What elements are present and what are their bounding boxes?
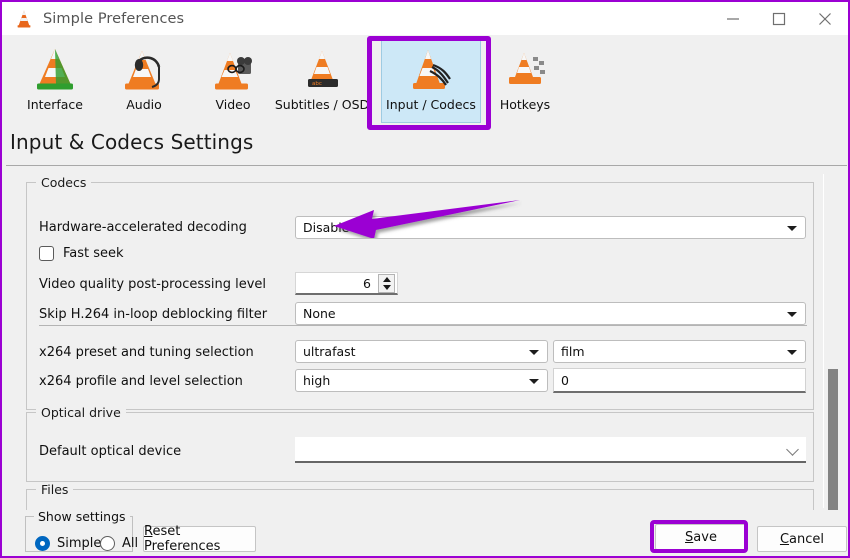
page-title: Input & Codecs Settings — [10, 130, 254, 154]
preferences-window: Simple Preferences Interface Audio Video… — [0, 0, 850, 558]
vlc-cone-video-icon — [208, 45, 258, 95]
settings-scroll-area: Codecs Hardware-accelerated decoding Dis… — [6, 172, 847, 510]
vlc-cone-interface-icon — [30, 45, 80, 95]
x264-profile-label: x264 profile and level selection — [39, 374, 243, 389]
x264-tuning-value: film — [561, 344, 585, 359]
tab-label: Video — [215, 97, 251, 112]
deblocking-value: None — [303, 306, 336, 321]
hw-decoding-combobox[interactable]: Disable — [295, 216, 806, 239]
vlc-cone-input-codecs-icon — [406, 45, 456, 95]
tab-input-codecs[interactable]: Input / Codecs — [375, 40, 487, 123]
checkbox-box — [39, 246, 54, 261]
chevron-down-icon — [786, 443, 799, 456]
vertical-scrollbar[interactable] — [828, 174, 844, 535]
vlc-cone-subtitles-icon: abc — [297, 45, 347, 95]
post-processing-label: Video quality post-processing level — [39, 277, 267, 292]
tab-label: Interface — [27, 97, 83, 112]
x264-profile-value: high — [303, 373, 331, 388]
svg-text:abc: abc — [312, 81, 322, 87]
preferences-toolbar: Interface Audio Video abc Subtitles / OS… — [4, 35, 848, 128]
files-group: Files — [26, 482, 814, 510]
title-bar: Simple Preferences — [2, 2, 848, 35]
cancel-label: Cancel — [779, 531, 825, 547]
post-processing-spinbox[interactable]: 6 — [295, 272, 398, 295]
x264-level-value: 0 — [561, 372, 569, 388]
tab-label: Hotkeys — [499, 97, 551, 112]
cancel-button[interactable]: Cancel — [757, 526, 847, 552]
deblocking-combobox[interactable]: None — [295, 302, 806, 325]
x264-profile-combobox[interactable]: high — [295, 369, 548, 392]
scrollbar-divider — [823, 174, 824, 508]
x264-preset-value: ultrafast — [303, 344, 356, 359]
spinner-down-icon[interactable] — [382, 285, 391, 291]
hw-decoding-value: Disable — [303, 220, 350, 235]
save-label: Save — [685, 529, 717, 545]
save-button[interactable]: Save — [655, 524, 747, 550]
window-controls — [710, 2, 848, 35]
show-settings-title: Show settings — [34, 509, 130, 524]
window-title: Simple Preferences — [43, 10, 185, 27]
default-optical-device-label: Default optical device — [39, 444, 182, 459]
tab-subtitles-osd[interactable]: abc Subtitles / OSD — [266, 40, 378, 123]
files-group-title: Files — [36, 482, 74, 497]
minimize-icon[interactable] — [710, 2, 756, 35]
radio-simple[interactable]: Simple — [35, 536, 101, 551]
radio-simple-label: Simple — [57, 536, 102, 551]
chevron-down-icon — [529, 378, 539, 384]
optical-drive-group-title: Optical drive — [36, 405, 126, 420]
codecs-group-title: Codecs — [36, 175, 92, 190]
vlc-cone-audio-icon — [119, 45, 169, 95]
codecs-separator — [39, 325, 807, 326]
reset-preferences-label: Reset Preferences — [144, 524, 221, 554]
tab-label: Input / Codecs — [386, 97, 476, 112]
x264-preset-combobox[interactable]: ultrafast — [295, 340, 548, 363]
radio-indicator — [35, 536, 50, 551]
vlc-cone-hotkeys-icon — [500, 45, 550, 95]
hw-decoding-label: Hardware-accelerated decoding — [39, 220, 247, 235]
default-optical-device-combobox[interactable] — [295, 437, 806, 463]
title-divider — [6, 165, 847, 166]
x264-tuning-combobox[interactable]: film — [553, 340, 806, 363]
fast-seek-checkbox[interactable]: Fast seek — [39, 246, 124, 261]
fast-seek-label: Fast seek — [63, 246, 124, 261]
chevron-down-icon — [787, 311, 797, 317]
chevron-down-icon — [787, 349, 797, 355]
deblocking-label: Skip H.264 in-loop deblocking filter — [39, 307, 268, 322]
chevron-down-icon — [787, 225, 797, 231]
spinner-buttons[interactable] — [378, 274, 395, 293]
vlc-cone-icon — [14, 9, 34, 29]
tab-hotkeys[interactable]: Hotkeys — [469, 40, 581, 123]
tab-label: Audio — [126, 97, 162, 112]
radio-all-label: All — [122, 536, 139, 551]
close-icon[interactable] — [802, 2, 848, 35]
tab-label: Subtitles / OSD — [274, 97, 370, 112]
maximize-icon[interactable] — [756, 2, 802, 35]
radio-all[interactable]: All — [100, 536, 138, 551]
x264-level-input[interactable]: 0 — [553, 368, 806, 393]
reset-preferences-button[interactable]: Reset Preferences — [143, 524, 256, 554]
chevron-down-icon — [529, 349, 539, 355]
bottom-bar: Show settings Simple All Reset Preferenc… — [4, 509, 848, 556]
x264-preset-label: x264 preset and tuning selection — [39, 345, 254, 360]
radio-indicator — [100, 536, 115, 551]
spinner-up-icon[interactable] — [382, 276, 391, 282]
